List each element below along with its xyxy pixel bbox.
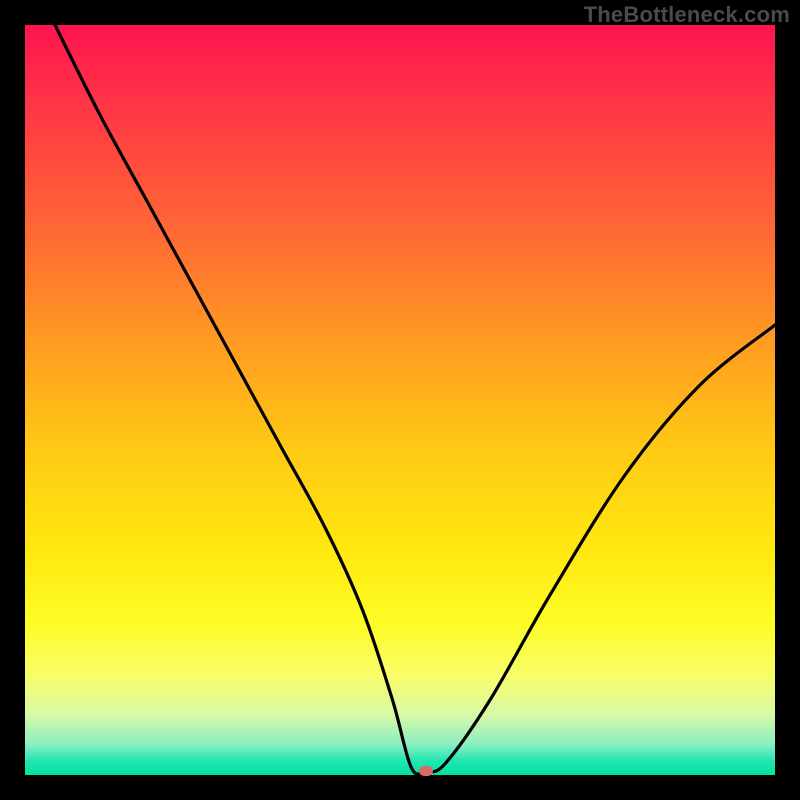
optimal-point-marker [419,766,433,776]
gradient-plot-area [25,25,775,775]
chart-frame: TheBottleneck.com [0,0,800,800]
watermark-text: TheBottleneck.com [584,2,790,28]
bottleneck-curve [25,25,775,775]
